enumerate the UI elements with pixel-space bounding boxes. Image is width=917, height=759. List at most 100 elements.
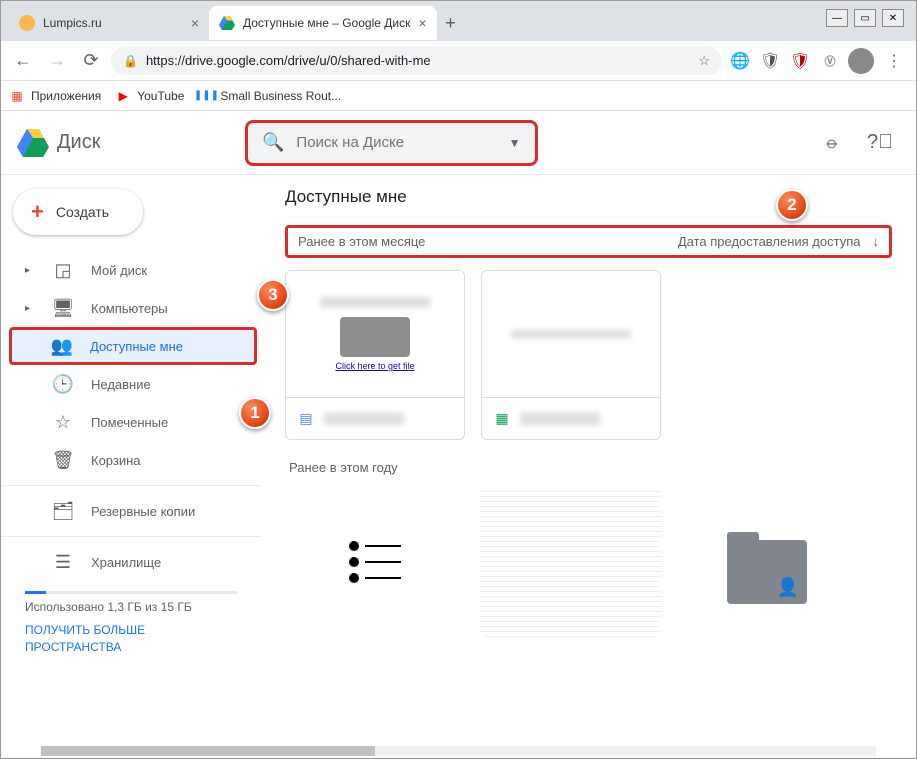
- sidebar-item-mydrive[interactable]: ▸ ◲ Мой диск: [1, 251, 249, 289]
- section-title: Ранее в этом году: [289, 460, 888, 475]
- sidebar: + Создать ▸ ◲ Мой диск ▸ 🖥 Компьютеры 👥 …: [1, 175, 261, 758]
- annotation-badge-2: 2: [776, 189, 808, 221]
- sidebar-item-label: Корзина: [91, 453, 141, 468]
- sidebar-item-trash[interactable]: 🗑 Корзина: [1, 441, 249, 479]
- trash-icon: 🗑: [53, 450, 73, 471]
- sidebar-item-computers[interactable]: ▸ 🖥 Компьютеры: [1, 289, 249, 327]
- sidebar-item-label: Мой диск: [91, 263, 147, 278]
- tab-close-icon[interactable]: ×: [191, 15, 199, 31]
- reload-button[interactable]: ⟳: [77, 47, 105, 75]
- file-card[interactable]: [481, 487, 661, 637]
- docs-icon: ▤: [298, 411, 314, 427]
- forward-button[interactable]: →: [43, 47, 71, 75]
- backups-icon: 🗂: [53, 501, 73, 522]
- bookmark-label: YouTube: [137, 89, 184, 103]
- sbr-icon: ❚❚❚: [198, 88, 214, 104]
- drive-logo[interactable]: Диск: [17, 129, 237, 157]
- ext-shield-icon[interactable]: 🛡: [758, 49, 782, 73]
- file-preview-link: Click here to get file: [335, 361, 414, 371]
- lock-icon: 🔒: [123, 54, 138, 68]
- file-preview: [285, 487, 465, 637]
- sidebar-item-starred[interactable]: ☆ Помеченные: [1, 403, 249, 441]
- sheets-icon: ▦: [494, 411, 510, 427]
- profile-avatar[interactable]: [848, 48, 874, 74]
- sidebar-item-shared[interactable]: 👥 Доступные мне: [9, 327, 257, 365]
- tab-title: Доступные мне – Google Диск: [243, 16, 410, 30]
- apps-icon: ▦: [9, 88, 25, 104]
- bookmark-label: Приложения: [31, 89, 101, 103]
- ext-globe-icon[interactable]: 🌐: [728, 49, 752, 73]
- expand-icon[interactable]: ▸: [25, 265, 35, 276]
- file-card[interactable]: [285, 487, 465, 637]
- storage-info: Использовано 1,3 ГБ из 15 ГБ ПОЛУЧИТЬ БО…: [1, 581, 261, 660]
- shared-folder-icon: [727, 540, 807, 604]
- browser-menu[interactable]: ⋮: [880, 51, 908, 71]
- search-input[interactable]: [296, 134, 496, 151]
- files-row: [285, 487, 892, 657]
- search-icon: 🔍: [262, 132, 284, 153]
- favicon-lumpics: [19, 15, 35, 31]
- sidebar-item-label: Компьютеры: [91, 301, 168, 316]
- drive-header: Диск 🔍 ▼ ⦵ ?⃝: [1, 111, 916, 175]
- address-bar: ← → ⟳ 🔒 https://drive.google.com/drive/u…: [1, 41, 916, 81]
- tab-close-icon[interactable]: ×: [418, 15, 426, 31]
- file-card[interactable]: Click here to get file ▤: [285, 270, 465, 440]
- window-maximize[interactable]: ▭: [854, 9, 876, 27]
- tab-lumpics[interactable]: Lumpics.ru ×: [9, 6, 209, 40]
- star-icon[interactable]: ☆: [698, 53, 710, 69]
- file-preview: [482, 271, 660, 397]
- ready-offline-icon[interactable]: ⦵: [812, 123, 852, 163]
- storage-upgrade-link[interactable]: ПОЛУЧИТЬ БОЛЬШЕ ПРОСТРАНСТВА: [25, 622, 237, 656]
- tab-title: Lumpics.ru: [43, 16, 102, 30]
- horizontal-scrollbar[interactable]: [41, 746, 876, 756]
- new-tab-button[interactable]: +: [437, 9, 465, 37]
- folder-card[interactable]: [677, 487, 857, 657]
- ext-ublock-icon[interactable]: 🛡: [788, 49, 812, 73]
- sort-arrow-icon: ↓: [873, 234, 880, 249]
- youtube-icon: ▶: [115, 88, 131, 104]
- expand-icon[interactable]: ▸: [25, 303, 35, 314]
- storage-icon: ☰: [53, 552, 73, 573]
- bookmark-apps[interactable]: ▦ Приложения: [9, 88, 101, 104]
- sidebar-item-label: Доступные мне: [90, 339, 183, 354]
- bookmark-sbr[interactable]: ❚❚❚ Small Business Rout...: [198, 88, 341, 104]
- window-close[interactable]: ✕: [882, 9, 904, 27]
- bookmark-youtube[interactable]: ▶ YouTube: [115, 88, 184, 104]
- browser-tabs: Lumpics.ru × Доступные мне – Google Диск…: [1, 1, 916, 41]
- file-name-blurred: [324, 413, 404, 425]
- back-button[interactable]: ←: [9, 47, 37, 75]
- files-row: Click here to get file ▤ ▦: [285, 270, 892, 440]
- section-header: Ранее в этом месяце Дата предоставления …: [285, 225, 892, 258]
- sidebar-item-recent[interactable]: 🕒 Недавние: [1, 365, 249, 403]
- storage-used-text: Использовано 1,3 ГБ из 15 ГБ: [25, 600, 237, 614]
- url-text: https://drive.google.com/drive/u/0/share…: [146, 53, 431, 68]
- mydrive-icon: ◲: [53, 260, 73, 281]
- file-card[interactable]: ▦: [481, 270, 661, 440]
- create-button[interactable]: + Создать: [13, 189, 143, 235]
- drive-logo-text: Диск: [57, 131, 100, 154]
- window-minimize[interactable]: —: [826, 9, 848, 27]
- file-name-blurred: [520, 413, 600, 425]
- sort-label: Дата предоставления доступа: [678, 234, 861, 249]
- sidebar-item-backups[interactable]: 🗂 Резервные копии: [1, 492, 249, 530]
- tab-drive[interactable]: Доступные мне – Google Диск ×: [209, 6, 437, 40]
- bookmark-label: Small Business Rout...: [220, 89, 341, 103]
- plus-icon: +: [31, 199, 44, 225]
- create-label: Создать: [56, 204, 109, 220]
- ext-vk-icon[interactable]: Ⓥ: [818, 49, 842, 73]
- file-preview: Click here to get file: [286, 271, 464, 397]
- drive-logo-icon: [17, 129, 49, 157]
- section-title: Ранее в этом месяце: [298, 234, 425, 249]
- sidebar-item-storage[interactable]: ☰ Хранилище: [1, 543, 249, 581]
- url-input[interactable]: 🔒 https://drive.google.com/drive/u/0/sha…: [111, 47, 722, 75]
- star-icon: ☆: [53, 412, 73, 433]
- annotation-badge-1: 1: [239, 397, 271, 429]
- file-preview: [481, 487, 661, 637]
- search-box[interactable]: 🔍 ▼: [245, 120, 538, 166]
- computers-icon: 🖥: [53, 298, 73, 319]
- sort-control[interactable]: Дата предоставления доступа ↓: [678, 234, 879, 249]
- search-dropdown-icon[interactable]: ▼: [509, 136, 521, 150]
- help-icon[interactable]: ?⃝: [860, 123, 900, 163]
- sidebar-item-label: Помеченные: [91, 415, 168, 430]
- storage-bar: [25, 591, 237, 594]
